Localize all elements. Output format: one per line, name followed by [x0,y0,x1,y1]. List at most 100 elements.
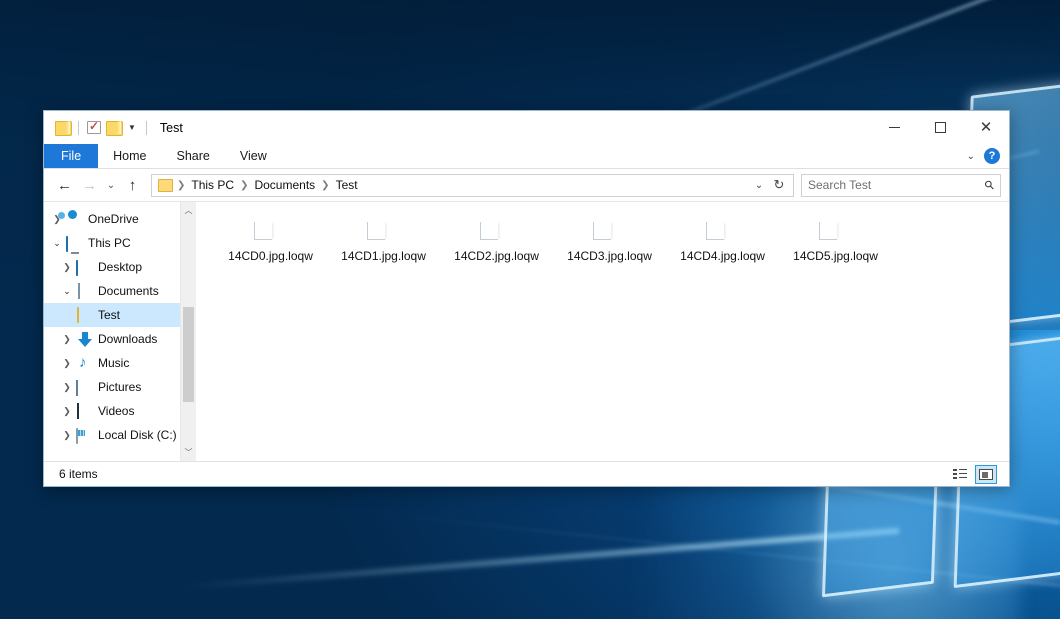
close-icon: ✕ [980,120,993,135]
chevron-down-icon[interactable]: ⌄ [58,286,76,297]
folder-icon [76,307,94,323]
sidebar-item-label: Documents [98,284,159,298]
minimize-button[interactable] [871,111,917,144]
generic-document-icon [493,220,501,240]
file-item[interactable]: 14CD5.jpg.loqw [779,216,892,342]
divider [78,121,79,135]
sidebar-item-pictures[interactable]: ❯ Pictures [44,375,196,399]
file-list-view[interactable]: 14CD0.jpg.loqw 14CD1.jpg.loqw 14CD2.jpg.… [196,202,1009,461]
minimize-icon [889,127,900,128]
downloads-icon [76,331,94,347]
details-view-button[interactable] [949,465,971,484]
chevron-right-icon[interactable]: ❯ [58,262,76,273]
address-bar[interactable]: ❯ This PC ❯ Documents ❯ Test ⌄ ↻ [151,174,794,197]
sidebar-item-local-disk[interactable]: ❯ Local Disk (C:) [44,423,196,447]
scrollbar-track[interactable] [181,219,197,444]
file-item[interactable]: 14CD0.jpg.loqw [214,216,327,342]
breadcrumb-separator: ❯ [176,180,186,191]
file-item[interactable]: 14CD1.jpg.loqw [327,216,440,342]
recent-locations-button[interactable]: ⌄ [102,173,120,197]
ribbon-tab-bar: File Home Share View ⌄ ? [44,144,1009,169]
tab-file[interactable]: File [44,144,98,168]
file-name-label: 14CD5.jpg.loqw [793,249,878,263]
sidebar-item-label: Test [98,308,120,322]
breadcrumb-this-pc[interactable]: This PC [186,178,239,192]
window-title: Test [160,121,183,135]
chevron-right-icon[interactable]: ❯ [58,334,76,345]
help-icon[interactable]: ? [984,148,1000,164]
title-bar: ▼ Test ✕ [44,111,1009,144]
new-folder-icon[interactable] [106,121,121,134]
chevron-right-icon[interactable]: ❯ [58,430,76,441]
chevron-right-icon[interactable]: ❯ [58,406,76,417]
chevron-down-icon[interactable]: ⌄ [48,238,66,249]
videos-icon [76,403,94,419]
tab-share[interactable]: Share [162,144,225,168]
navigation-scrollbar[interactable]: ︿ ﹀ [180,202,196,461]
computer-icon [66,235,84,251]
scrollbar-thumb[interactable] [183,307,194,402]
search-box[interactable]: Search Test ⚲ [801,174,1001,197]
back-button[interactable]: ← [52,173,77,197]
folder-icon [158,179,173,192]
sidebar-item-label: This PC [88,236,131,250]
item-count-label: 6 items [50,467,98,481]
sidebar-item-desktop[interactable]: ❯ Desktop [44,255,196,279]
large-icons-view-button[interactable] [975,465,997,484]
tab-home[interactable]: Home [98,144,161,168]
chevron-right-icon[interactable]: ❯ [58,358,76,369]
divider [146,121,147,135]
sidebar-item-documents[interactable]: ⌄ Documents [44,279,196,303]
status-bar: 6 items [44,461,1009,486]
chevron-down-icon[interactable]: ▼ [126,124,138,132]
folder-icon[interactable] [55,121,70,134]
file-name-label: 14CD3.jpg.loqw [567,249,652,263]
ribbon-actions: ⌄ ? [967,144,1009,168]
chevron-down-icon[interactable]: ⌄ [749,180,769,191]
search-input[interactable]: Search Test [808,178,985,192]
chevron-up-icon[interactable]: ︿ [181,202,197,219]
sidebar-item-label: OneDrive [88,212,139,226]
chevron-right-icon[interactable]: ❯ [58,382,76,393]
checklist-icon[interactable] [87,121,101,134]
sidebar-item-label: Music [98,356,129,370]
chevron-down-icon[interactable]: ﹀ [181,444,197,461]
sidebar-item-downloads[interactable]: ❯ Downloads [44,327,196,351]
address-bar-row: ← → ⌄ ↑ ❯ This PC ❯ Documents ❯ Test ⌄ ↻… [44,169,1009,201]
sidebar-item-videos[interactable]: ❯ Videos [44,399,196,423]
breadcrumb-test[interactable]: Test [331,178,363,192]
view-toggle-group [949,465,1003,484]
address-bar-actions: ⌄ ↻ [749,177,789,193]
file-item[interactable]: 14CD4.jpg.loqw [666,216,779,342]
maximize-icon [935,122,946,133]
generic-document-icon [267,220,275,240]
close-button[interactable]: ✕ [963,111,1009,144]
generic-document-icon [606,220,614,240]
sidebar-item-onedrive[interactable]: ❯ OneDrive [44,207,196,231]
navigation-pane: ❯ OneDrive ⌄ This PC ❯ Desktop ⌄ [44,202,196,461]
disk-icon [76,427,94,443]
sidebar-item-this-pc[interactable]: ⌄ This PC [44,231,196,255]
refresh-icon[interactable]: ↻ [769,177,789,193]
file-item[interactable]: 14CD3.jpg.loqw [553,216,666,342]
music-icon: ♪ [76,355,94,371]
maximize-button[interactable] [917,111,963,144]
pictures-icon [76,379,94,395]
up-button[interactable]: ↑ [120,173,145,197]
generic-document-icon [380,220,388,240]
sidebar-item-label: Pictures [98,380,141,394]
chevron-down-icon[interactable]: ⌄ [967,151,975,162]
window-body: ❯ OneDrive ⌄ This PC ❯ Desktop ⌄ [44,201,1009,461]
sidebar-item-music[interactable]: ❯ ♪ Music [44,351,196,375]
file-name-label: 14CD4.jpg.loqw [680,249,765,263]
large-icons-view-icon [979,469,993,480]
sidebar-item-test[interactable]: Test [44,303,196,327]
file-explorer-window: ▼ Test ✕ File Home Share View ⌄ ? ← → [43,110,1010,487]
file-item[interactable]: 14CD2.jpg.loqw [440,216,553,342]
tab-view[interactable]: View [225,144,282,168]
sidebar-item-label: Downloads [98,332,157,346]
breadcrumb-documents[interactable]: Documents [249,178,320,192]
forward-button[interactable]: → [77,173,102,197]
file-name-label: 14CD0.jpg.loqw [228,249,313,263]
documents-icon [76,283,94,299]
